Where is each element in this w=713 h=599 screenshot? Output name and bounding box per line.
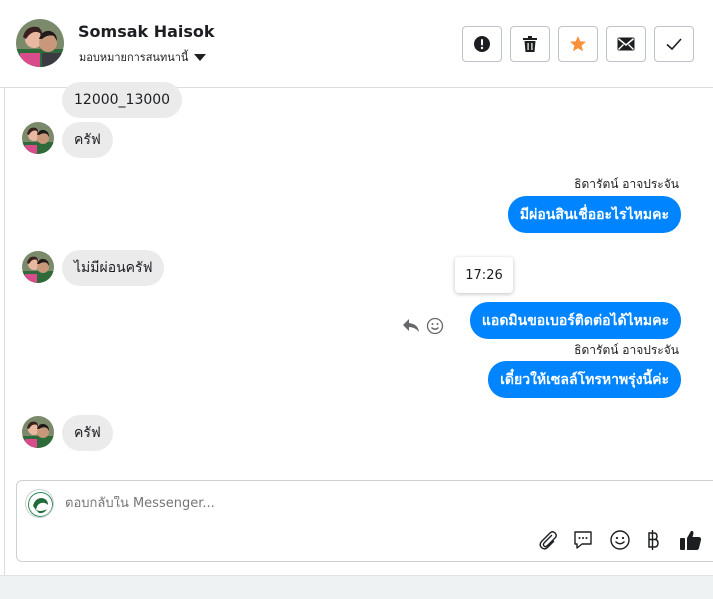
assign-label: มอบหมายการสนทนานี้ [79, 51, 189, 64]
sender-name: ธิดารัตน์ อาจประจัน [574, 177, 679, 191]
incoming-message[interactable]: ครัฟ [62, 122, 113, 158]
baht-icon[interactable] [645, 529, 661, 555]
contact-avatar-small [22, 416, 54, 448]
reply-composer [16, 480, 713, 562]
checkmark-icon [666, 38, 682, 51]
page-avatar [25, 489, 54, 518]
speech-bubble-icon[interactable] [572, 529, 594, 555]
trash-icon [523, 36, 537, 52]
outgoing-message[interactable]: เดี๋ยวให้เซลล์โทรหาพรุ่งนี้ค่ะ [488, 361, 681, 398]
envelope-icon [617, 37, 635, 51]
exclamation-icon [474, 36, 490, 52]
star-icon [570, 36, 586, 52]
thumbs-up-icon[interactable] [679, 529, 703, 555]
emoji-icon[interactable] [609, 529, 631, 555]
timestamp-tooltip: 17:26 [455, 257, 513, 293]
incoming-message[interactable]: ไม่มีผ่อนครัฟ [62, 250, 165, 286]
bottom-bar [0, 575, 713, 599]
assign-conversation-dropdown[interactable]: มอบหมายการสนทนานี้ [79, 48, 207, 66]
outgoing-message[interactable]: มีผ่อนสินเชื่ออะไรไหมคะ [507, 196, 681, 233]
incoming-message[interactable]: 12000_13000 [62, 82, 183, 118]
delete-button[interactable] [510, 26, 550, 62]
mark-done-button[interactable] [654, 26, 694, 62]
contact-name: Somsak Haisok [78, 22, 215, 41]
paperclip-icon[interactable] [537, 529, 559, 555]
reply-icon[interactable] [402, 316, 420, 338]
incoming-message[interactable]: ครัฟ [62, 415, 113, 451]
contact-avatar-small [22, 122, 54, 154]
caret-down-icon [194, 53, 207, 61]
contact-avatar-small [22, 251, 54, 283]
star-button[interactable] [558, 26, 598, 62]
sender-name: ธิดารัตน์ อาจประจัน [574, 343, 679, 357]
mark-spam-button[interactable] [462, 26, 502, 62]
react-emoji-icon[interactable] [426, 317, 444, 339]
conversation-header: Somsak Haisok มอบหมายการสนทนานี้ [0, 0, 713, 88]
contact-avatar[interactable] [16, 19, 64, 67]
reply-input[interactable] [65, 496, 665, 511]
mark-unread-button[interactable] [606, 26, 646, 62]
outgoing-message[interactable]: แอดมินขอเบอร์ติดต่อได้ไหมคะ [469, 302, 681, 339]
